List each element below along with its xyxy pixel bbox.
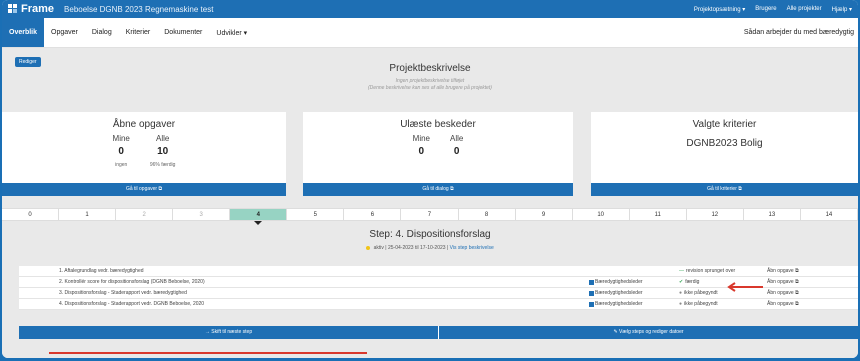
step-meta: aktiv | 25-04-2023 til 17-10-2023 | Vis … (2, 245, 858, 251)
project-name: Beboelse DGNB 2023 Regnemaskine test (64, 4, 214, 14)
selected-criteria-value: DGNB2023 Bolig (686, 138, 763, 149)
annotation-arrow-icon (727, 282, 763, 292)
status-dot-icon (366, 245, 371, 250)
go-to-tasks-button[interactable]: Gå til opgaver ⧉ (2, 183, 286, 196)
open-tasks-card: Åbne opgaver Mine 0 ingen Alle 10 96% fæ… (2, 112, 286, 196)
user-icon (589, 279, 594, 285)
dot-icon: ● (679, 290, 683, 296)
step-title: Step: 4. Dispositionsforslag (369, 229, 491, 240)
tab-udvikler[interactable]: Udvikler ▾ (209, 18, 254, 47)
step-actions: → Skift til næste step ✎ Vælg steps og r… (19, 326, 858, 339)
table-row: 1. Aftalegrundlag vedr. bæredygtighed — … (19, 266, 858, 277)
user-icon (589, 301, 594, 307)
task-status: — revision sprunget over (679, 268, 736, 274)
task-role: Bæredygtighedsleder (589, 290, 643, 296)
dash-icon: — (679, 268, 684, 274)
open-task-link[interactable]: Åbn opgave ⧉ (767, 301, 799, 307)
step-12[interactable]: 12 (687, 209, 744, 220)
task-status: ● ikke påbegyndt (679, 301, 718, 307)
tab-dokumenter[interactable]: Dokumenter (157, 18, 209, 47)
step-0[interactable]: 0 (2, 209, 60, 220)
step-1[interactable]: 1 (59, 209, 117, 220)
step-7[interactable]: 7 (401, 209, 459, 220)
unread-messages-card: Ulæste beskeder Mine 0 Alle 0 Gå til dia… (303, 112, 573, 196)
step-6[interactable]: 6 (344, 209, 402, 220)
step-9[interactable]: 9 (516, 209, 573, 220)
step-2[interactable]: 2 (116, 209, 174, 220)
frame-logo-icon (8, 4, 18, 14)
step-3[interactable]: 3 (173, 209, 231, 220)
task-role: Bæredygtighedsleder (589, 279, 643, 285)
top-nav: Projektopsætning ▾ Brugere Alle projekte… (694, 6, 852, 13)
help-link[interactable]: Sådan arbejder du med bæredygtig (744, 18, 858, 47)
next-step-button[interactable]: → Skift til næste step (19, 326, 439, 339)
step-10[interactable]: 10 (573, 209, 630, 220)
annotation-underline (49, 352, 367, 354)
app-name: Frame (21, 3, 55, 15)
tab-opgaver[interactable]: Opgaver (44, 18, 85, 47)
step-bar: 0 1 2 3 4 5 6 7 8 9 10 11 12 13 14 (2, 208, 858, 225)
open-task-link[interactable]: Åbn opgave ⧉ (767, 290, 799, 296)
overview-main: Rediger Projektbeskrivelse Ingen projekt… (2, 48, 858, 358)
dot-icon: ● (679, 301, 683, 307)
open-tasks-all: Alle 10 96% færdig (149, 134, 176, 168)
user-icon (589, 290, 594, 296)
go-to-criteria-button[interactable]: Gå til kriterier ⧉ (591, 183, 858, 196)
tab-overblik[interactable]: Overblik (2, 18, 45, 47)
unread-mine: Mine 0 (412, 134, 430, 157)
task-name: 4. Dispositionsforslag - Staderapport ve… (59, 301, 205, 307)
step-11[interactable]: 11 (630, 209, 687, 220)
unread-messages-title: Ulæste beskeder (400, 119, 476, 130)
task-status: ✔ færdig (679, 279, 700, 285)
project-description-title: Projektbeskrivelse (389, 63, 471, 74)
open-tasks-mine: Mine 0 ingen (112, 134, 130, 168)
open-tasks-title: Åbne opgaver (112, 119, 176, 130)
top-bar: Frame Beboelse DGNB 2023 Regnemaskine te… (2, 0, 858, 18)
task-name: 2. Kontrollér score for dispositionsfors… (59, 279, 205, 285)
task-role: Bæredygtighedsleder (589, 301, 643, 307)
topnav-help[interactable]: Hjælp ▾ (832, 6, 852, 13)
main-nav: Overblik Opgaver Dialog Kriterier Dokume… (2, 18, 858, 48)
open-task-link[interactable]: Åbn opgave ⧉ (767, 268, 799, 274)
selected-criteria-title: Valgte kriterier (692, 119, 757, 130)
checkmark-icon: ✔ (679, 279, 684, 285)
step-13[interactable]: 13 (744, 209, 801, 220)
table-row: 4. Dispositionsforslag - Staderapport ve… (19, 299, 858, 310)
project-description-text: Ingen projektbeskrivelse tilføjet (Denne… (368, 78, 492, 91)
step-status: aktiv | 25-04-2023 til 17-10-2023 | (373, 245, 449, 251)
task-name: 3. Dispositionsforslag - Staderapport ve… (59, 290, 187, 296)
tab-dialog[interactable]: Dialog (85, 18, 119, 47)
show-step-description-link[interactable]: Vis step beskrivelse (450, 245, 494, 251)
selected-criteria-card: Valgte kriterier DGNB2023 Bolig Gå til k… (591, 112, 858, 196)
open-task-link[interactable]: Åbn opgave ⧉ (767, 279, 799, 285)
step-8[interactable]: 8 (459, 209, 516, 220)
choose-steps-button[interactable]: ✎ Vælg steps og rediger datoer (439, 326, 858, 339)
step-5[interactable]: 5 (287, 209, 345, 220)
unread-all: Alle 0 (450, 134, 464, 157)
app-frame: Frame Beboelse DGNB 2023 Regnemaskine te… (2, 0, 858, 358)
frame-logo[interactable]: Frame (8, 3, 54, 15)
topnav-all-projects[interactable]: Alle projekter (787, 6, 822, 13)
topnav-users[interactable]: Brugere (755, 6, 776, 13)
topnav-project-setup[interactable]: Projektopsætning ▾ (694, 6, 745, 13)
tab-kriterier[interactable]: Kriterier (119, 18, 158, 47)
task-name: 1. Aftalegrundlag vedr. bæredygtighed (59, 268, 144, 274)
step-4[interactable]: 4 (230, 209, 288, 225)
go-to-dialog-button[interactable]: Gå til dialog ⧉ (303, 183, 573, 196)
task-status: ● ikke påbegyndt (679, 290, 718, 296)
step-14[interactable]: 14 (801, 209, 858, 220)
